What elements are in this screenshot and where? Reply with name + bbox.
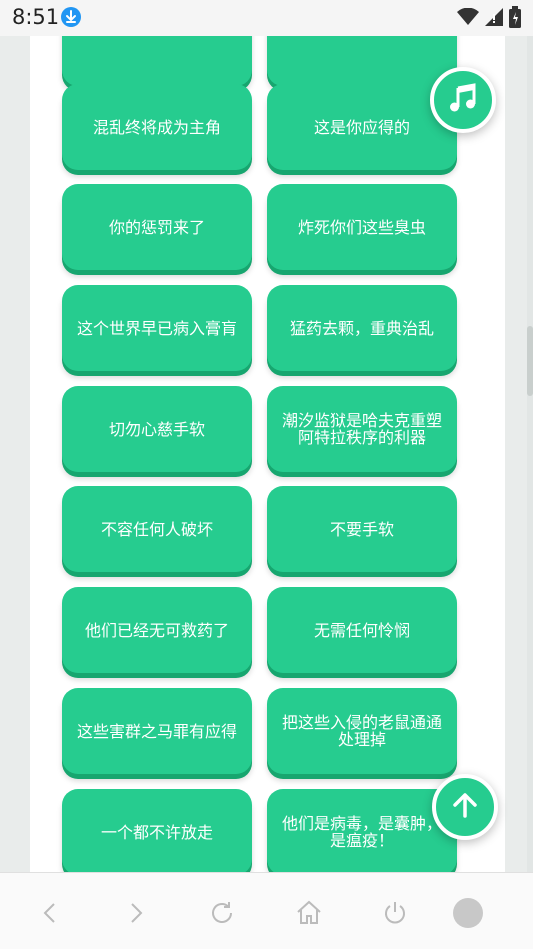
phrase-card[interactable]: 炸死你们这些臭虫 <box>267 184 457 270</box>
power-nav-button[interactable] <box>377 895 413 931</box>
phrase-card[interactable]: 猛药去颗，重典治乱 <box>267 285 457 371</box>
phrase-card[interactable]: 潮汐监狱是哈夫克重塑阿特拉秩序的利器 <box>267 386 457 472</box>
music-button[interactable] <box>430 67 496 133</box>
scrollbar-track[interactable] <box>527 36 533 872</box>
phrase-card[interactable]: 你的惩罚来了 <box>62 184 252 270</box>
phrase-card[interactable]: 这些害群之马罪有应得 <box>62 688 252 774</box>
home-icon <box>297 900 321 924</box>
phrase-card[interactable]: 不容任何人破坏 <box>62 486 252 572</box>
profile-nav-button[interactable] <box>450 895 486 931</box>
reload-nav-button[interactable] <box>204 895 240 931</box>
phrase-card[interactable] <box>62 36 252 86</box>
content-page[interactable]: 混乱终将成为主角 这是你应得的 你的惩罚来了 炸死你们这些臭虫 这个世界早已病入… <box>30 36 505 872</box>
phrase-card[interactable]: 混乱终将成为主角 <box>62 84 252 170</box>
phrase-card[interactable]: 他们已经无可救药了 <box>62 587 252 673</box>
music-note-icon <box>448 83 478 117</box>
phrase-card[interactable]: 他们是病毒，是囊肿，是瘟疫！ <box>267 789 457 872</box>
home-nav-button[interactable] <box>291 895 327 931</box>
back-to-top-button[interactable] <box>432 774 498 840</box>
chevron-left-icon <box>43 903 55 923</box>
chevron-right-icon <box>131 903 143 923</box>
signal-icon <box>485 8 503 30</box>
status-time: 8:51 <box>12 5 60 29</box>
phrase-card[interactable]: 无需任何怜悯 <box>267 587 457 673</box>
scrollbar-thumb[interactable] <box>527 326 533 396</box>
arrow-up-icon <box>451 791 479 823</box>
download-icon <box>61 7 81 27</box>
phrase-card[interactable]: 不要手软 <box>267 486 457 572</box>
forward-nav-button[interactable] <box>118 895 154 931</box>
phrase-card[interactable]: 这个世界早已病入膏肓 <box>62 285 252 371</box>
phrase-card[interactable]: 切勿心慈手软 <box>62 386 252 472</box>
reload-icon <box>212 902 232 923</box>
wifi-icon <box>457 7 479 30</box>
browser-nav-bar <box>0 872 533 949</box>
battery-icon <box>509 6 521 32</box>
phrase-card[interactable]: 一个都不许放走 <box>62 789 252 872</box>
status-bar: 8:51 <box>0 0 533 36</box>
phrase-card[interactable]: 把这些入侵的老鼠通通处理掉 <box>267 688 457 774</box>
back-nav-button[interactable] <box>32 895 68 931</box>
phrase-card[interactable]: 这是你应得的 <box>267 84 457 170</box>
power-icon <box>385 902 405 924</box>
phrase-card[interactable] <box>267 36 457 86</box>
circle-icon <box>453 898 483 928</box>
